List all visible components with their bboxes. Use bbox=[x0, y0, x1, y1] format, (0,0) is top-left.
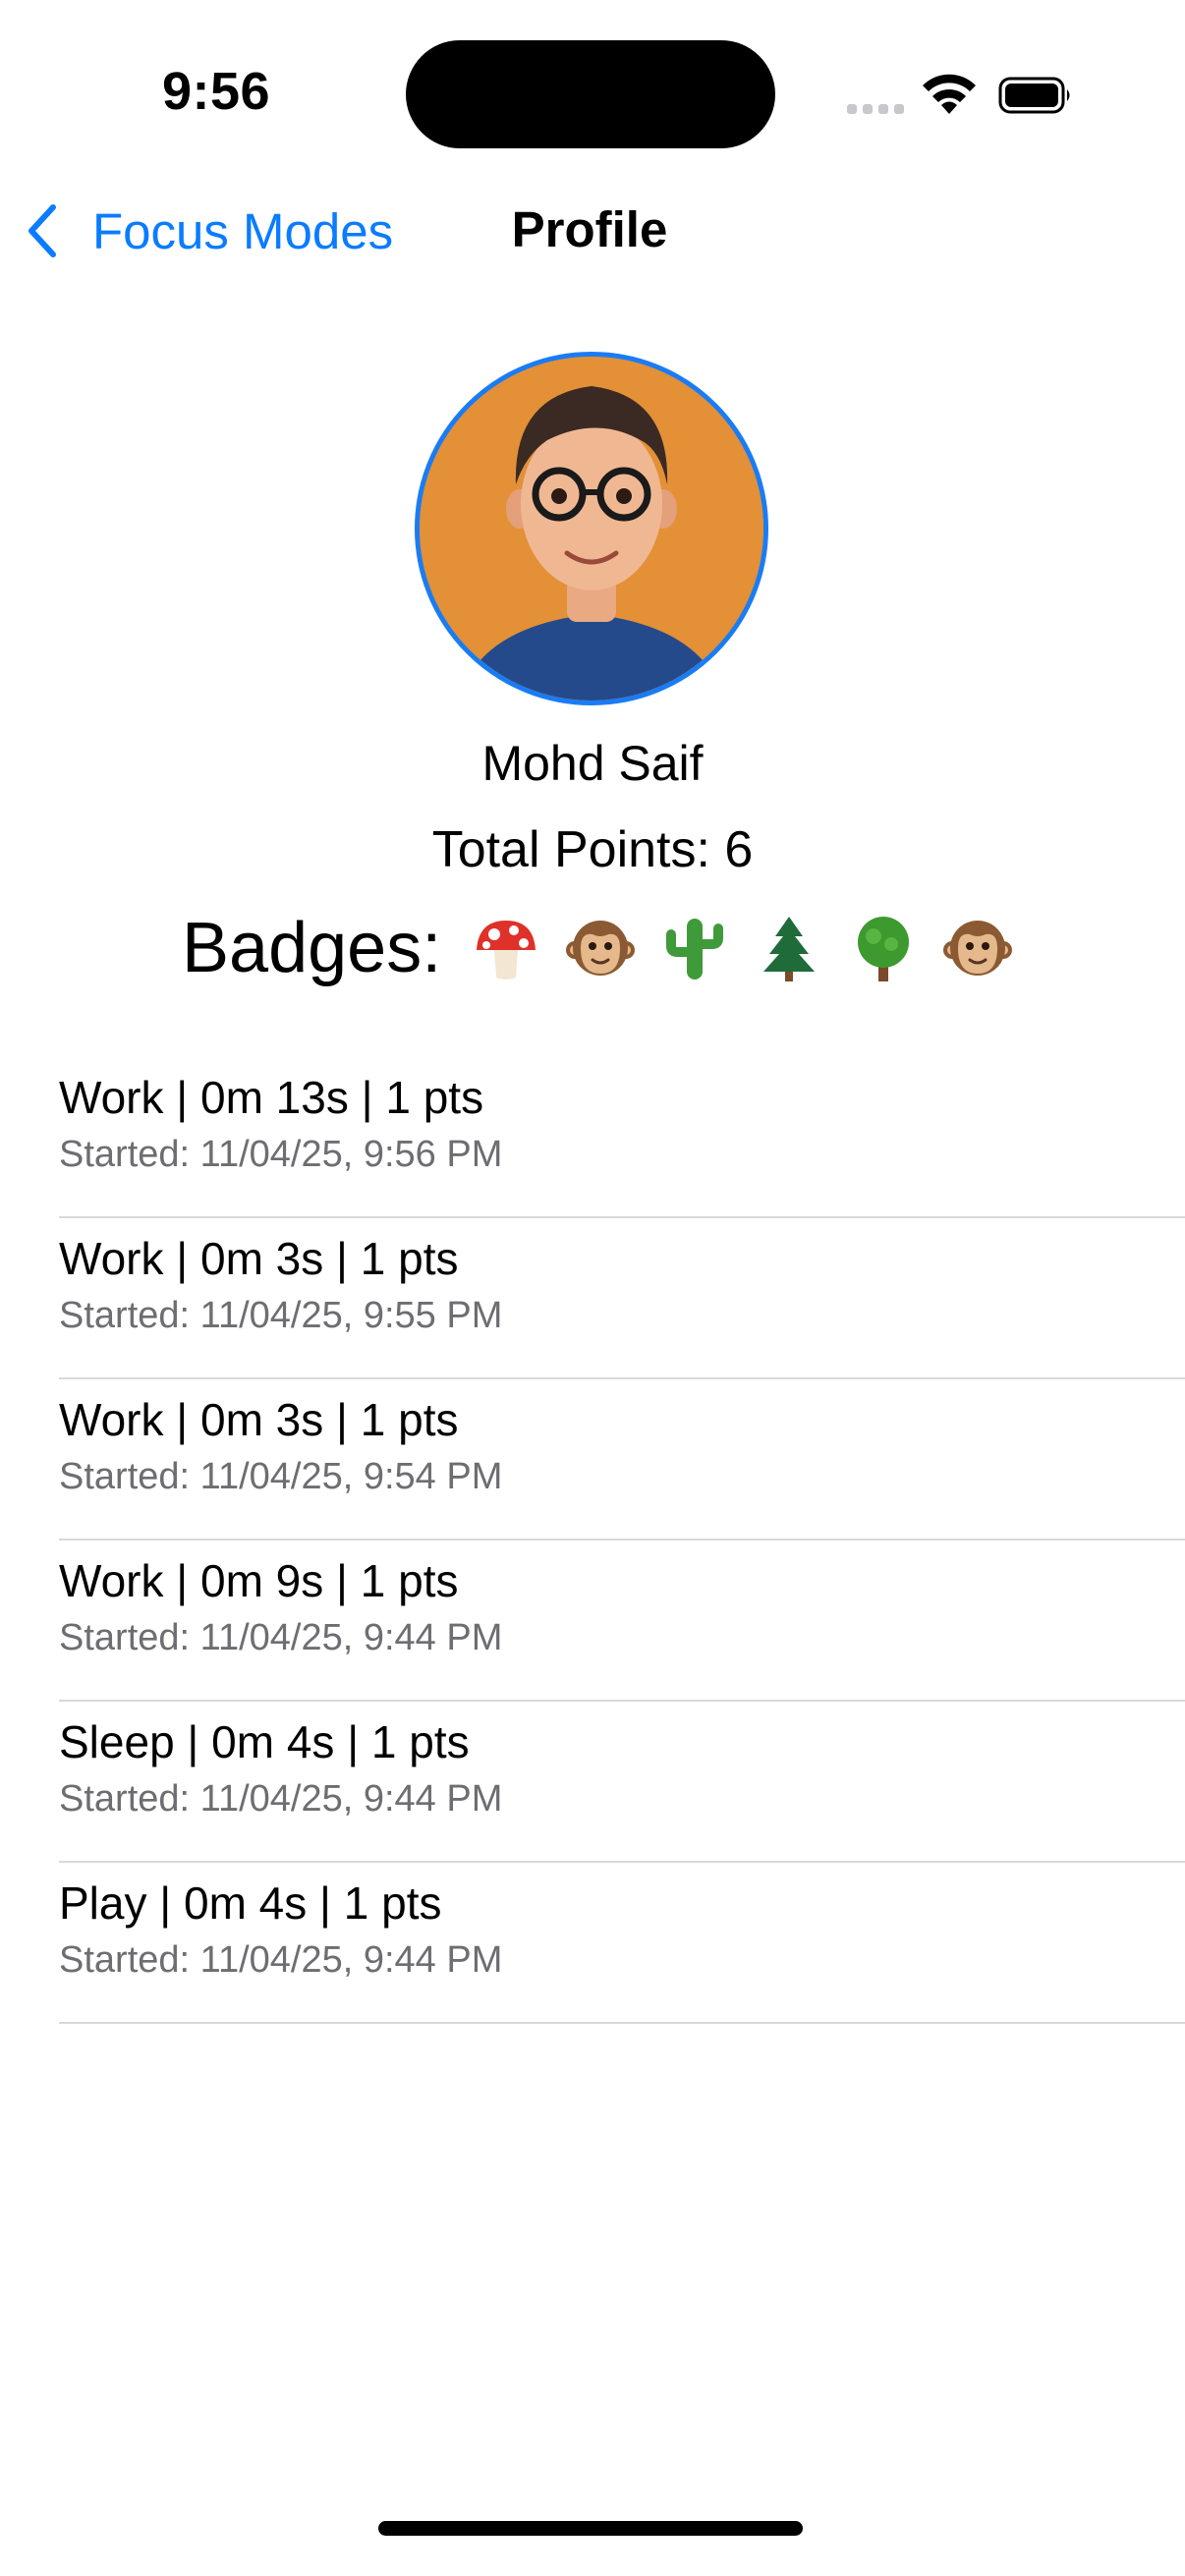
session-title: Work | 0m 9s | 1 pts bbox=[59, 1555, 459, 1606]
session-title: Work | 0m 3s | 1 pts bbox=[59, 1233, 459, 1284]
cactus-icon bbox=[648, 909, 742, 987]
pine-tree-icon bbox=[742, 909, 836, 987]
list-item[interactable]: Work | 0m 3s | 1 pts Started: 11/04/25, … bbox=[59, 1218, 1185, 1379]
badges-row: Badges: bbox=[182, 908, 1025, 988]
session-title: Work | 0m 13s | 1 pts bbox=[59, 1072, 484, 1123]
tree-icon bbox=[836, 909, 931, 987]
session-started: Started: 11/04/25, 9:55 PM bbox=[59, 1295, 503, 1336]
monkey-icon bbox=[553, 909, 648, 987]
home-indicator[interactable] bbox=[378, 2521, 803, 2536]
avatar-illustration bbox=[420, 357, 763, 700]
session-list: Work | 0m 13s | 1 pts Started: 11/04/25,… bbox=[59, 1057, 1185, 2024]
user-name: Mohd Saif bbox=[481, 736, 704, 791]
session-started: Started: 11/04/25, 9:44 PM bbox=[59, 1939, 503, 1981]
session-started: Started: 11/04/25, 9:44 PM bbox=[59, 1617, 503, 1658]
list-item[interactable]: Work | 0m 3s | 1 pts Started: 11/04/25, … bbox=[59, 1379, 1185, 1540]
page-title: Profile bbox=[511, 201, 668, 257]
monkey-icon bbox=[931, 909, 1025, 987]
wifi-icon bbox=[923, 74, 976, 114]
list-item[interactable]: Work | 0m 9s | 1 pts Started: 11/04/25, … bbox=[59, 1540, 1185, 1702]
session-started: Started: 11/04/25, 9:54 PM bbox=[59, 1456, 503, 1497]
list-item[interactable]: Sleep | 0m 4s | 1 pts Started: 11/04/25,… bbox=[59, 1702, 1185, 1863]
battery-icon bbox=[998, 77, 1070, 114]
badges-label: Badges: bbox=[182, 909, 442, 987]
list-item[interactable]: Work | 0m 13s | 1 pts Started: 11/04/25,… bbox=[59, 1057, 1185, 1218]
session-title: Sleep | 0m 4s | 1 pts bbox=[59, 1716, 470, 1767]
total-points: Total Points: 6 bbox=[431, 821, 754, 878]
cellular-signal-icon bbox=[847, 104, 904, 114]
session-started: Started: 11/04/25, 9:56 PM bbox=[59, 1134, 503, 1175]
avatar bbox=[415, 352, 768, 705]
session-title: Work | 0m 3s | 1 pts bbox=[59, 1394, 459, 1445]
session-title: Play | 0m 4s | 1 pts bbox=[59, 1877, 442, 1929]
dynamic-island bbox=[406, 40, 775, 148]
list-item[interactable]: Play | 0m 4s | 1 pts Started: 11/04/25, … bbox=[59, 1863, 1185, 2024]
mushroom-icon bbox=[459, 909, 553, 987]
session-started: Started: 11/04/25, 9:44 PM bbox=[59, 1778, 503, 1820]
status-time: 9:56 bbox=[162, 62, 271, 121]
